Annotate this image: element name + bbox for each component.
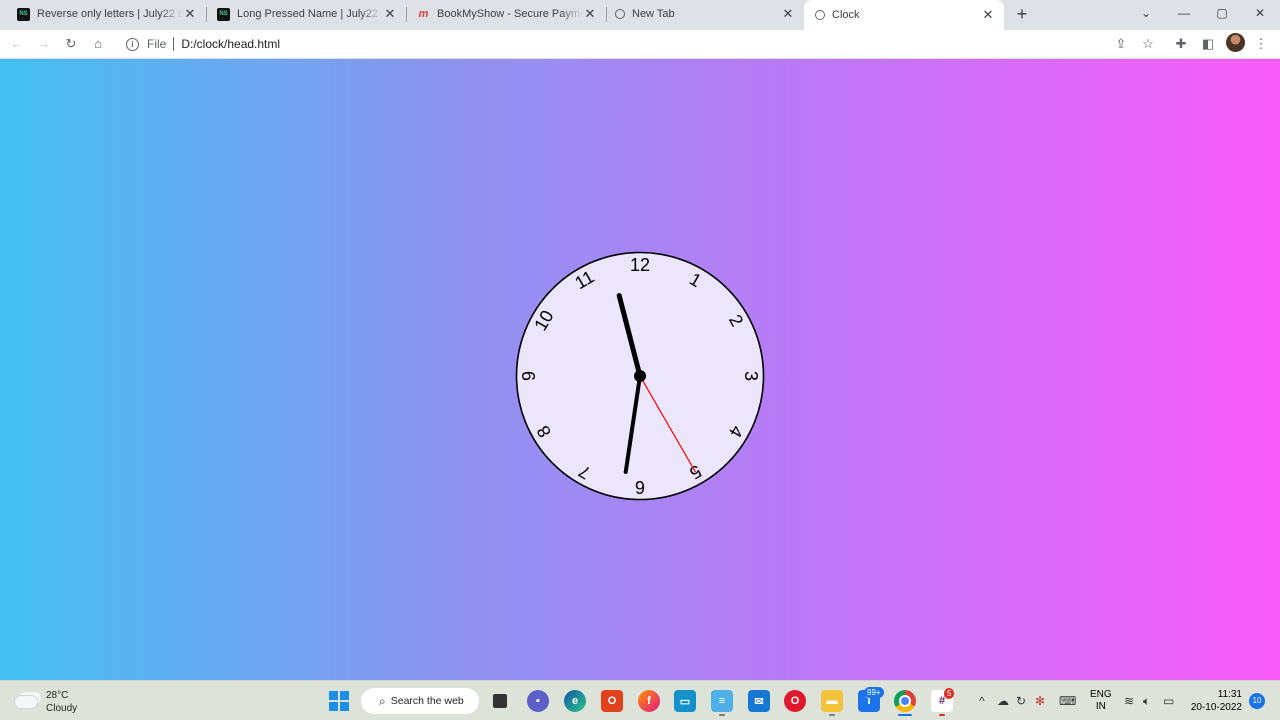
- search-label: Search the web: [390, 695, 464, 707]
- tab-strip: NS Reverse only letters | July22 Beta ✕ …: [0, 0, 1280, 30]
- tab-title: Clock: [832, 9, 860, 21]
- taskbar-date: 20-10-2022: [1190, 702, 1242, 713]
- tab-reverse-only-letters[interactable]: NS Reverse only letters | July22 Beta ✕: [0, 0, 207, 28]
- lang-line2: IN: [1095, 701, 1106, 712]
- close-icon[interactable]: ✕: [382, 6, 398, 22]
- url-text[interactable]: D:/clock/head.html: [181, 37, 280, 51]
- extensions-puzzle-icon[interactable]: ✚: [1172, 35, 1190, 53]
- menu-kebab-icon[interactable]: ⋮: [1252, 35, 1270, 53]
- back-arrow-icon[interactable]: ←: [8, 35, 26, 53]
- url-scheme: File: [147, 37, 167, 51]
- globe-icon: [615, 9, 625, 19]
- page-content: 12 1 2 3 4 5 6 7 8 9 10 11: [0, 59, 1280, 680]
- divider: [173, 37, 175, 51]
- address-bar[interactable]: i File D:/clock/head.html: [118, 32, 1164, 56]
- mail-icon[interactable]: ✉: [748, 690, 770, 712]
- forward-arrow-icon[interactable]: →: [35, 35, 53, 53]
- taskbar-clock[interactable]: 11:31 20-10-2022: [1186, 688, 1242, 714]
- remote-desktop-icon[interactable]: ▭: [674, 690, 696, 712]
- slack-tray-icon[interactable]: ✻: [1035, 694, 1045, 708]
- onedrive-icon[interactable]: ☁: [997, 694, 1009, 708]
- weather-widget[interactable]: 28°C Cloudy: [14, 689, 77, 715]
- maximize-button[interactable]: ▢: [1212, 4, 1232, 24]
- taskbar-time: 11:31: [1217, 689, 1242, 700]
- browser-toolbar: ← → ↻ ⌂ i File D:/clock/head.html ⇪ ☆ ✚ …: [0, 30, 1280, 59]
- tab-bookmyshow[interactable]: m BookMyShow - Secure Payment ✕: [406, 0, 607, 28]
- tab-new-tab[interactable]: New Tab ✕: [606, 0, 804, 28]
- tab-title: Reverse only letters | July22 Beta: [37, 8, 182, 20]
- firefox-icon[interactable]: f: [638, 690, 660, 712]
- running-indicator: [939, 714, 945, 716]
- clock-numeral-12: 12: [630, 255, 650, 275]
- tab-title: Long Pressed Name | July22 Beta: [237, 8, 382, 20]
- search-icon: ⌕: [379, 693, 386, 708]
- tab-title: New Tab: [632, 8, 675, 20]
- clock-numeral-6: 6: [635, 477, 645, 497]
- weather-condition: Cloudy: [46, 703, 78, 714]
- reload-icon[interactable]: ↻: [62, 35, 80, 53]
- newton-school-icon: NS: [217, 7, 230, 21]
- info-icon[interactable]: i: [126, 37, 139, 51]
- clock-center-pin: [634, 370, 646, 382]
- bookmyshow-icon: m: [418, 8, 429, 20]
- clock-numeral-3: 3: [741, 371, 761, 381]
- weather-temp: 28°C: [46, 690, 69, 701]
- running-indicator: [829, 714, 835, 716]
- active-indicator: [898, 714, 912, 716]
- chrome-icon[interactable]: [894, 690, 916, 712]
- notepad-icon[interactable]: ≡: [711, 690, 733, 712]
- profile-avatar[interactable]: [1226, 33, 1245, 52]
- office-icon[interactable]: O: [601, 690, 623, 712]
- file-explorer-icon[interactable]: ▬: [821, 690, 843, 712]
- tab-clock[interactable]: Clock ✕: [804, 0, 1004, 30]
- tab-long-pressed-name[interactable]: NS Long Pressed Name | July22 Beta ✕: [206, 0, 407, 28]
- teams-chat-icon[interactable]: ▪: [527, 690, 549, 712]
- home-icon[interactable]: ⌂: [89, 35, 107, 53]
- notification-badge[interactable]: 10: [1249, 693, 1265, 709]
- newton-school-icon: NS: [17, 7, 30, 21]
- running-indicator: [719, 714, 725, 716]
- volume-icon[interactable]: 🔈︎: [1143, 694, 1150, 709]
- close-icon[interactable]: ✕: [980, 7, 996, 23]
- task-view-icon[interactable]: [489, 690, 511, 712]
- windows-start-icon[interactable]: [329, 691, 349, 711]
- tab-search-chevron-icon[interactable]: ⌄: [1136, 4, 1156, 24]
- opera-icon[interactable]: O: [784, 690, 806, 712]
- close-icon[interactable]: ✕: [182, 6, 198, 22]
- edge-browser-icon[interactable]: e: [564, 690, 586, 712]
- new-tab-button[interactable]: +: [1012, 5, 1032, 25]
- side-panel-icon[interactable]: ◧: [1199, 35, 1217, 53]
- taskbar-search[interactable]: ⌕ Search the web: [361, 688, 479, 714]
- battery-icon[interactable]: ▭: [1163, 694, 1174, 708]
- bookmark-star-icon[interactable]: ☆: [1139, 35, 1157, 53]
- globe-icon: [815, 10, 825, 20]
- analog-clock: 121234567891011: [515, 251, 765, 501]
- windows-taskbar: 28°C Cloudy ⌕ Search the web ▪ e O f ▭ ≡…: [0, 680, 1280, 720]
- close-icon[interactable]: ✕: [780, 6, 796, 22]
- wifi-icon[interactable]: ≋: [1124, 694, 1134, 708]
- cloud-icon: [14, 695, 38, 709]
- keyboard-icon[interactable]: ⌨: [1059, 694, 1076, 708]
- minimize-button[interactable]: —: [1174, 4, 1194, 24]
- tab-title: BookMyShow - Secure Payment: [437, 8, 582, 20]
- teams-badge: 99+: [864, 687, 884, 698]
- language-indicator[interactable]: ENG IN: [1090, 689, 1112, 713]
- close-icon[interactable]: ✕: [582, 6, 598, 22]
- sync-icon[interactable]: ↻: [1016, 694, 1026, 708]
- close-window-button[interactable]: ✕: [1250, 4, 1270, 24]
- chevron-up-icon[interactable]: ^: [979, 694, 985, 708]
- lang-line1: ENG: [1090, 689, 1112, 700]
- clock-numeral-9: 9: [519, 371, 539, 381]
- share-icon[interactable]: ⇪: [1112, 35, 1130, 53]
